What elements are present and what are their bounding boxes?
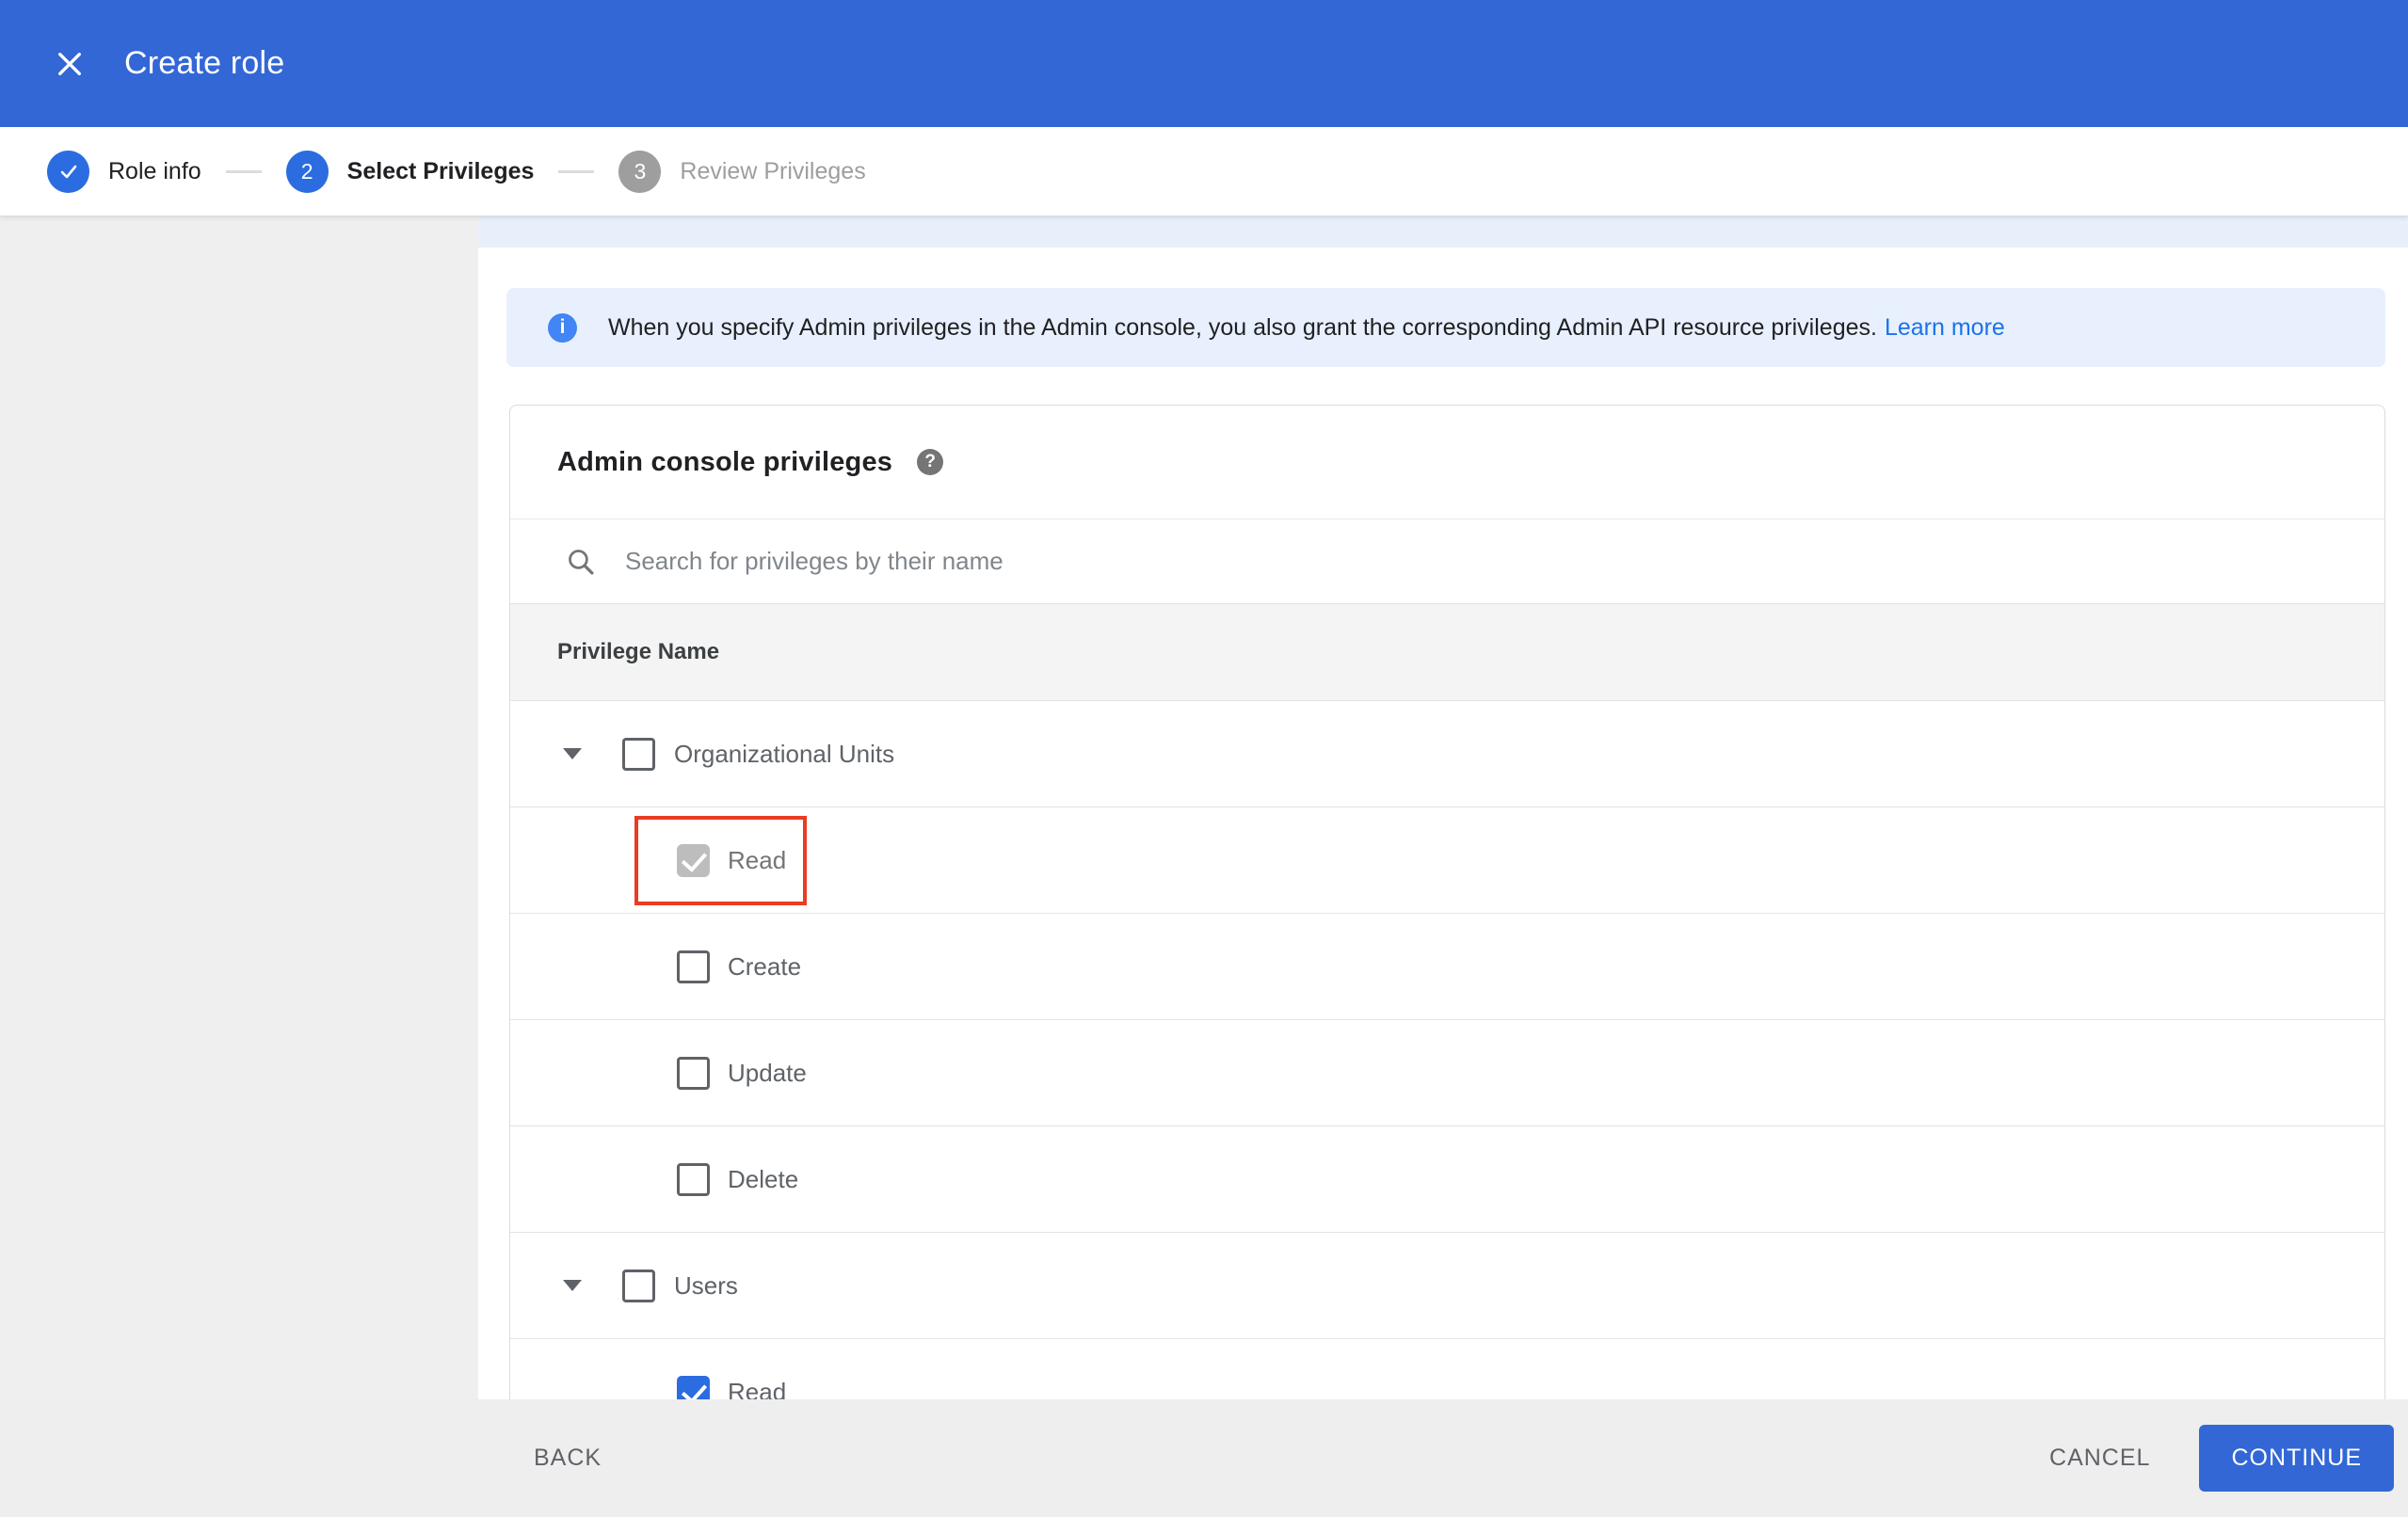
search-row — [510, 519, 2384, 603]
learn-more-link[interactable]: Learn more — [1885, 314, 2005, 341]
cancel-button[interactable]: CANCEL — [2049, 1445, 2150, 1472]
step-role-info[interactable]: Role info — [47, 150, 201, 193]
annotation-highlight-box: Read — [634, 815, 808, 905]
privilege-label: Read — [728, 1377, 787, 1400]
privilege-label: Delete — [728, 1164, 799, 1193]
step-label: Role info — [108, 157, 201, 184]
step-connector — [225, 169, 262, 173]
privilege-row: Create — [510, 914, 2384, 1020]
step-select-privileges[interactable]: 2 Select Privileges — [285, 150, 535, 193]
privilege-checkbox[interactable] — [677, 1056, 710, 1090]
expand-arrow-icon[interactable] — [563, 1280, 582, 1291]
privilege-checkbox[interactable] — [677, 1375, 710, 1399]
step-number: 2 — [285, 150, 329, 193]
titlebar: Create role — [0, 0, 2408, 127]
privilege-row: Update — [510, 1020, 2384, 1126]
help-icon[interactable]: ? — [917, 449, 944, 475]
privilege-checkbox[interactable] — [622, 737, 655, 771]
step-label: Review Privileges — [680, 157, 866, 184]
privilege-label: Read — [728, 845, 787, 874]
search-icon — [569, 550, 594, 575]
step-complete-check-icon — [47, 150, 89, 193]
privilege-row: Delete — [510, 1126, 2384, 1233]
privilege-label: Organizational Units — [674, 739, 895, 768]
step-connector — [558, 169, 595, 173]
info-banner-message: When you specify Admin privileges in the… — [608, 313, 1877, 341]
privilege-row: Users — [510, 1233, 2384, 1339]
card-title: Admin console privileges — [557, 446, 893, 477]
footer-bar: BACK CANCEL CONTINUE — [0, 1399, 2408, 1517]
content-area: i When you specify Admin privileges in t… — [478, 216, 2408, 1399]
privilege-row: Organizational Units — [510, 701, 2384, 807]
privilege-row: Read — [510, 1339, 2384, 1399]
privilege-row: Read — [510, 807, 2384, 914]
step-label: Select Privileges — [346, 157, 535, 184]
privilege-label: Users — [674, 1270, 738, 1300]
search-input[interactable] — [625, 547, 2384, 576]
step-number: 3 — [618, 150, 662, 193]
back-button[interactable]: BACK — [534, 1445, 602, 1472]
scrolled-banner-edge — [478, 216, 2408, 248]
privileges-card: Admin console privileges ? Privilege Nam… — [509, 405, 2385, 1399]
privilege-label: Create — [728, 951, 802, 981]
page-body: i When you specify Admin privileges in t… — [0, 216, 2408, 1399]
continue-button[interactable]: CONTINUE — [2199, 1425, 2394, 1492]
close-button[interactable] — [49, 43, 90, 85]
column-header: Privilege Name — [510, 603, 2384, 701]
close-icon — [58, 52, 81, 75]
info-banner: i When you specify Admin privileges in t… — [506, 288, 2385, 367]
privilege-checkbox[interactable] — [677, 1162, 710, 1196]
privilege-checkbox[interactable] — [677, 843, 710, 877]
privilege-label: Update — [728, 1058, 807, 1087]
privilege-checkbox[interactable] — [677, 950, 710, 983]
expand-arrow-icon[interactable] — [563, 748, 582, 759]
left-gutter — [0, 216, 478, 1399]
card-title-row: Admin console privileges ? — [510, 406, 2384, 519]
privilege-rows: Organizational Units Read Create Update Dele… — [510, 701, 2384, 1399]
privilege-checkbox[interactable] — [622, 1269, 655, 1302]
info-banner-text: When you specify Admin privileges in the… — [608, 314, 2005, 342]
page-title: Create role — [124, 45, 285, 81]
step-review-privileges[interactable]: 3 Review Privileges — [618, 150, 866, 193]
stepper: Role info 2 Select Privileges 3 Review P… — [0, 127, 2408, 216]
info-icon: i — [548, 312, 577, 343]
